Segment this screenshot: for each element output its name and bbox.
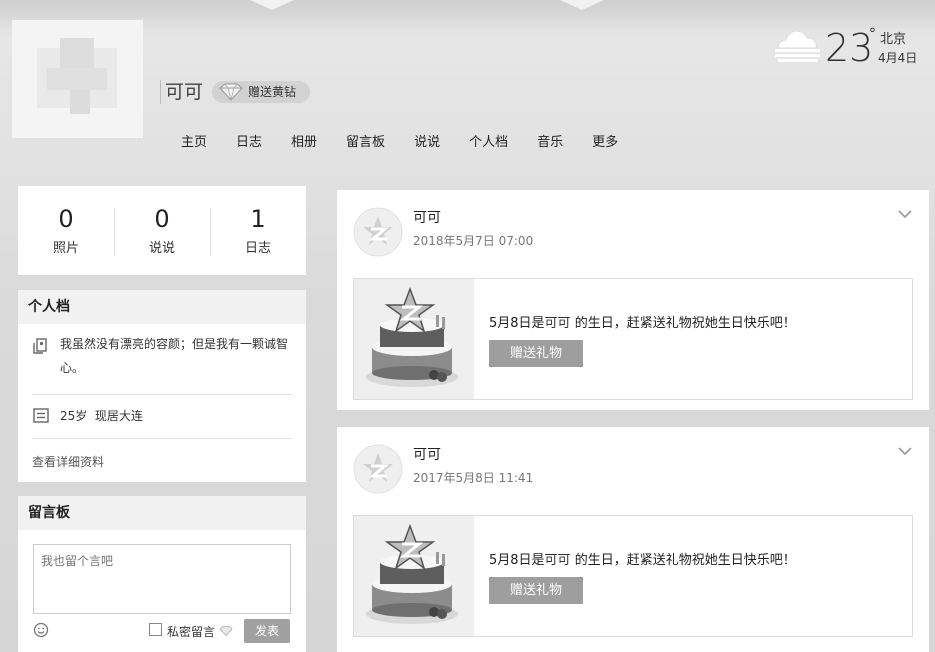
stat-shuoshuo[interactable]: 0 说说	[114, 186, 210, 275]
gift-vip-button[interactable]: 赠送黄钻	[212, 81, 310, 103]
nav-more[interactable]: 更多	[592, 131, 618, 150]
guestbook-title: 留言板	[18, 496, 306, 530]
emoji-icon[interactable]	[33, 622, 49, 638]
message-prefix: 5月8日是	[489, 553, 545, 568]
stat-photos[interactable]: 0 照片	[18, 186, 114, 275]
message-suffix: 的生日，赶紧送礼物祝她生日快乐吧！	[570, 316, 796, 331]
nav-profile[interactable]: 个人档	[469, 131, 508, 150]
message-suffix: 的生日，赶紧送礼物祝她生日快乐吧！	[570, 553, 796, 568]
chevron-down-icon[interactable]	[898, 446, 912, 456]
weather-date: 4月4日	[878, 51, 918, 65]
feed-author[interactable]: 可可	[413, 444, 441, 464]
message-name[interactable]: 可可	[545, 553, 571, 568]
nickname: 可可	[160, 80, 203, 104]
nav-shuoshuo[interactable]: 说说	[414, 131, 440, 150]
guestbook-input[interactable]	[33, 544, 291, 614]
feed-author[interactable]: 可可	[413, 207, 441, 227]
weather-widget[interactable]: 23 ° 北京 4月4日	[772, 26, 922, 70]
birthday-cake-icon	[354, 279, 474, 399]
nav-music[interactable]: 音乐	[537, 131, 563, 150]
qzone-avatar-icon[interactable]	[353, 207, 403, 257]
stat-label: 说说	[148, 241, 175, 256]
stat-value: 1	[250, 205, 266, 233]
divider	[32, 438, 292, 439]
stat-label: 日志	[244, 241, 271, 256]
send-button[interactable]: 发表	[244, 619, 290, 643]
diamond-icon	[219, 83, 243, 101]
guestbook-panel: 留言板 私密留言 发表	[18, 496, 306, 652]
feed-time: 2017年5月8日 11:41	[413, 471, 534, 485]
chevron-down-icon[interactable]	[898, 209, 912, 219]
feed-time: 2018年5月7日 07:00	[413, 234, 534, 248]
avatar[interactable]	[12, 20, 143, 138]
profile-panel: 个人档 我虽然没有漂亮的容颜；但是我有一颗诚智心。 25岁 现居大连 查看详细资…	[18, 290, 306, 482]
private-checkbox[interactable]	[149, 623, 162, 636]
birthday-message: 5月8日是可可 的生日，赶紧送礼物祝她生日快乐吧！	[489, 312, 796, 331]
qzone-avatar-icon[interactable]	[353, 444, 403, 494]
nav-album[interactable]: 相册	[291, 131, 317, 150]
temperature: 23	[825, 26, 874, 70]
weather-city: 北京	[880, 32, 907, 47]
nav-home[interactable]: 主页	[181, 131, 207, 150]
message-name[interactable]: 可可	[545, 316, 571, 331]
stats-panel: 0 照片 0 说说 1 日志	[18, 186, 306, 275]
message-prefix: 5月8日是	[489, 316, 545, 331]
stat-value: 0	[58, 205, 74, 233]
feed-item: 可可 2018年5月7日 07:00 5月8日是可可 的生日，赶紧送礼物祝她生日…	[337, 190, 929, 410]
private-label: 私密留言	[167, 625, 216, 639]
cloudy-icon	[775, 30, 820, 62]
profile-info: 25岁 现居大连	[60, 409, 143, 423]
stat-blog[interactable]: 1 日志	[210, 186, 306, 275]
gift-vip-label: 赠送黄钻	[248, 85, 297, 99]
view-details-link[interactable]: 查看详细资料	[32, 453, 104, 470]
feed-item: 可可 2017年5月8日 11:41 5月8日是可可 的生日，赶紧送礼物祝她生日…	[337, 427, 929, 652]
birthday-card: 5月8日是可可 的生日，赶紧送礼物祝她生日快乐吧！ 赠送礼物	[353, 515, 913, 637]
birthday-card: 5月8日是可可 的生日，赶紧送礼物祝她生日快乐吧！ 赠送礼物	[353, 278, 913, 400]
send-gift-button[interactable]: 赠送礼物	[489, 340, 583, 367]
divider	[32, 394, 292, 395]
main-nav: 主页 日志 相册 留言板 说说 个人档 音乐 更多	[181, 131, 647, 150]
profile-bio: 我虽然没有漂亮的容颜；但是我有一颗诚智心。	[60, 337, 289, 375]
stat-label: 照片	[52, 241, 79, 256]
nav-blog[interactable]: 日志	[236, 131, 262, 150]
birthday-message: 5月8日是可可 的生日，赶紧送礼物祝她生日快乐吧！	[489, 549, 796, 568]
info-list-icon	[33, 408, 49, 423]
diamond-icon	[219, 626, 233, 636]
degree-symbol: °	[869, 26, 876, 42]
stat-value: 0	[154, 205, 170, 233]
user-card-icon	[33, 338, 47, 354]
profile-title: 个人档	[18, 290, 306, 324]
birthday-cake-icon	[354, 516, 474, 636]
send-gift-button[interactable]: 赠送礼物	[489, 577, 583, 604]
nav-guestbook[interactable]: 留言板	[346, 131, 385, 150]
